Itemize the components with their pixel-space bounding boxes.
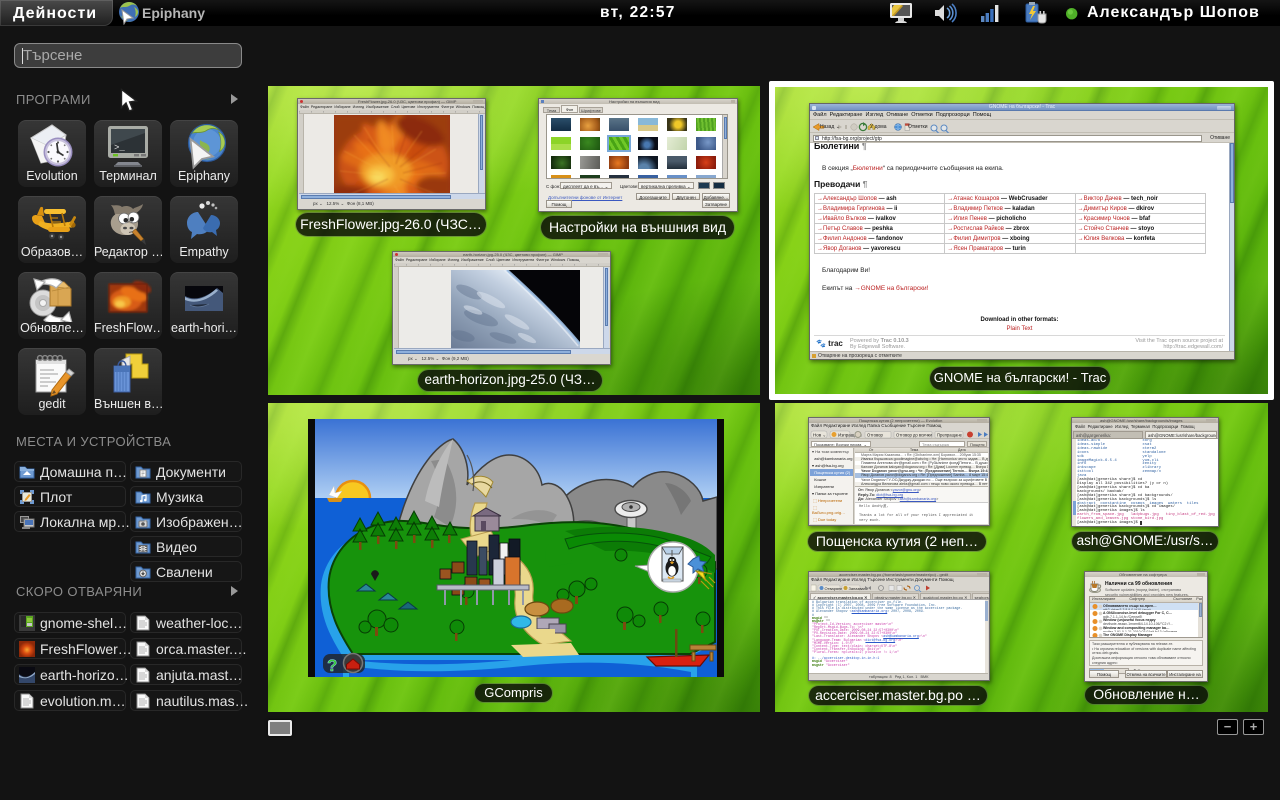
svg-text:?: ?: [327, 656, 337, 675]
svg-text:Отговор: Отговор: [867, 432, 883, 437]
svg-text:Препращане: Препращане: [937, 432, 963, 437]
svg-text:>_: >_: [114, 143, 125, 153]
svg-text:Отговор до всички: Отговор до всички: [896, 432, 932, 437]
svg-text:Нов ⌄: Нов ⌄: [813, 432, 826, 437]
